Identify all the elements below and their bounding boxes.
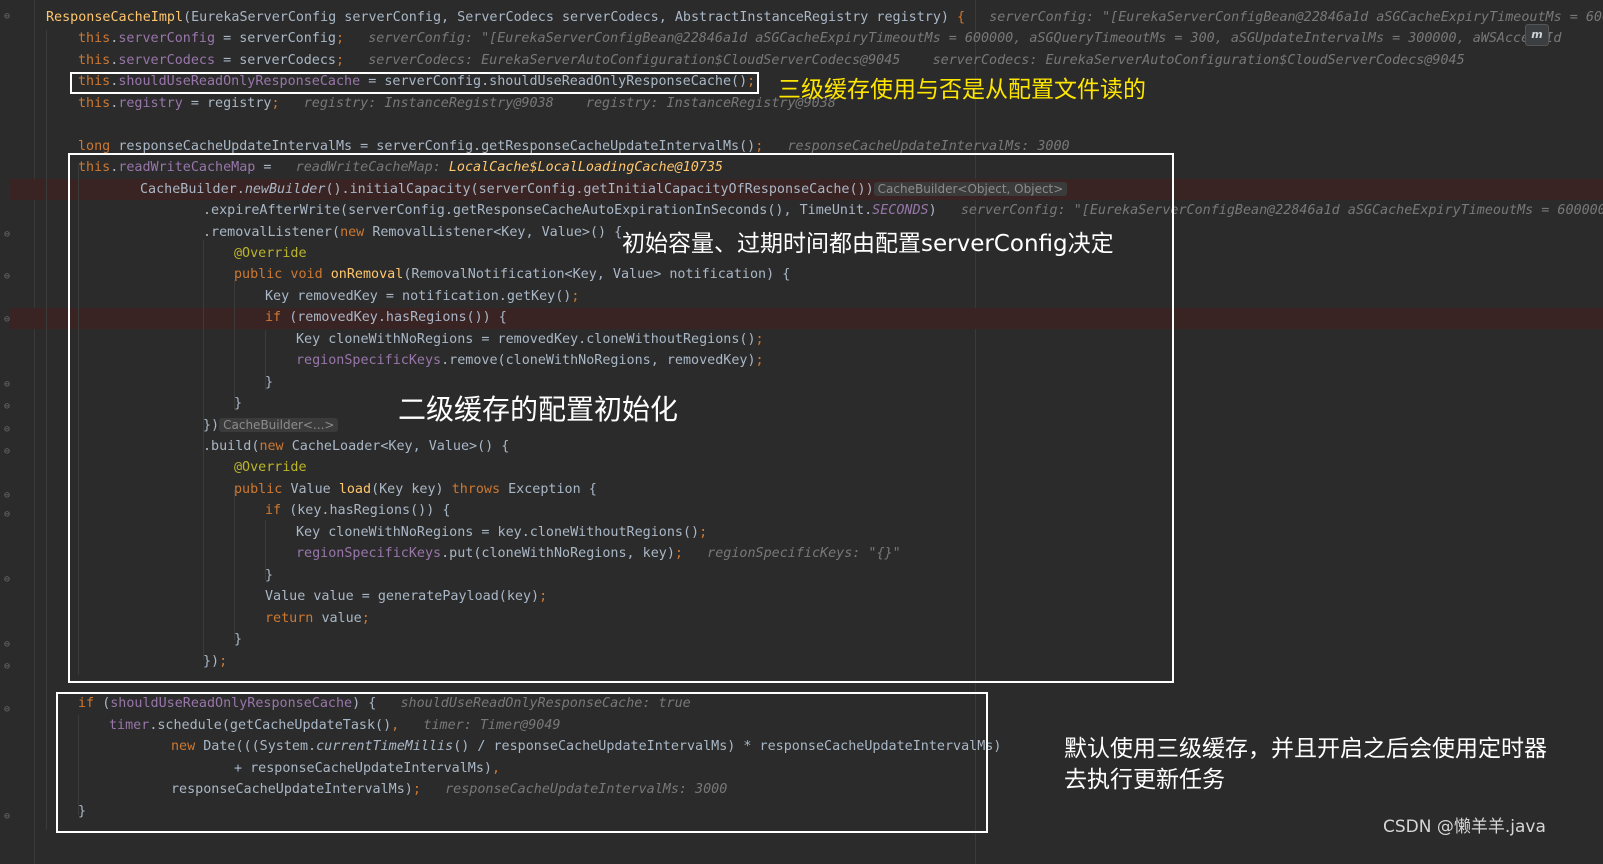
fold-marker-icon[interactable]: ⊖ — [4, 575, 14, 585]
code-token: ; — [271, 95, 280, 111]
fold-marker-icon[interactable]: ⊖ — [4, 812, 14, 822]
code-line[interactable]: this.serverCodecs = serverCodecs; server… — [78, 50, 1465, 71]
fold-marker-icon[interactable]: ⊖ — [4, 447, 14, 457]
fold-marker-icon[interactable]: ⊖ — [4, 272, 14, 282]
fold-marker-icon[interactable]: ⊖ — [4, 380, 14, 390]
code-line[interactable]: ResponseCacheImpl(EurekaServerConfig ser… — [46, 7, 1603, 28]
fold-marker-icon[interactable]: ⊖ — [4, 425, 14, 435]
code-token: this — [78, 31, 111, 47]
code-token: this — [78, 95, 111, 111]
highlight-box-timer — [56, 692, 988, 833]
indent-guide — [203, 240, 204, 660]
note-timer-line1: 默认使用三级缓存，并且开启之后会使用定时器 — [1064, 736, 1547, 762]
indent-guide — [265, 520, 266, 580]
fold-marker-icon[interactable]: ⊖ — [4, 12, 14, 22]
code-token: = serverConfig — [215, 31, 336, 47]
code-line[interactable]: this.registry = registry; registry: Inst… — [78, 93, 836, 114]
fold-marker-icon[interactable]: ⊖ — [4, 402, 14, 412]
note-level2-init: 二级缓存的配置初始化 — [398, 393, 679, 426]
code-token: ; — [336, 52, 345, 68]
watermark: CSDN @懒羊羊.java — [1383, 817, 1546, 837]
editor-gutter: ⊖ ⊖ ⊖ ⊖ ⊖ ⊖ ⊖ ⊖ ⊖ ⊖ ⊖ ⊖ ⊖ ⊖ ⊖ — [0, 0, 35, 864]
fold-marker-icon[interactable]: ⊖ — [4, 662, 14, 672]
note-config-capacity: 初始容量、过期时间都由配置serverConfig决定 — [622, 231, 1114, 257]
code-token: responseCacheUpdateIntervalMs = serverCo… — [118, 138, 756, 154]
code-token: long — [78, 138, 119, 154]
indent-guide — [46, 30, 47, 830]
code-token: serverConfig — [118, 31, 216, 47]
code-token: registry — [118, 95, 183, 111]
fold-marker-icon[interactable]: ⊖ — [4, 640, 14, 650]
indent-guide — [234, 490, 235, 640]
code-token: ResponseCacheImpl — [46, 10, 184, 25]
fold-marker-icon[interactable]: ⊖ — [4, 230, 14, 240]
code-token: = serverCodecs — [215, 52, 336, 68]
code-token: (EurekaServerConfig serverConfig, Server… — [183, 10, 957, 25]
debug-inline-value: serverConfig: "[EurekaServerConfigBean@2… — [344, 31, 1562, 47]
indent-guide — [265, 330, 266, 390]
debug-inline-value: serverCodecs: EurekaServerAutoConfigurat… — [344, 52, 1465, 68]
debug-inline-value: serverConfig: "[EurekaServerConfigBean@2… — [965, 10, 1603, 25]
code-token: this — [78, 52, 111, 68]
fold-marker-icon[interactable]: ⊖ — [4, 705, 14, 715]
code-line[interactable]: this.serverConfig = serverConfig; server… — [78, 28, 1561, 49]
code-token: ; — [336, 31, 345, 47]
note-timer-line2: 去执行更新任务 — [1064, 767, 1225, 793]
indent-guide — [78, 715, 79, 815]
debug-inline-value: registry: InstanceRegistry@9038 registry… — [279, 95, 836, 111]
highlight-box-readonly — [70, 72, 759, 94]
fold-marker-icon[interactable]: ⊖ — [4, 491, 14, 501]
code-token: = registry — [182, 95, 272, 111]
code-token: { — [957, 10, 966, 25]
maven-reload-icon[interactable]: m — [1525, 24, 1549, 46]
code-token: serverCodecs — [118, 52, 216, 68]
indent-guide — [78, 165, 79, 675]
note-readonly-cache: 三级缓存使用与否是从配置文件读的 — [778, 77, 1146, 103]
indent-guide — [234, 280, 235, 410]
fold-marker-icon[interactable]: ⊖ — [4, 510, 14, 520]
debug-inline-value: responseCacheUpdateIntervalMs: 3000 — [763, 138, 1070, 154]
